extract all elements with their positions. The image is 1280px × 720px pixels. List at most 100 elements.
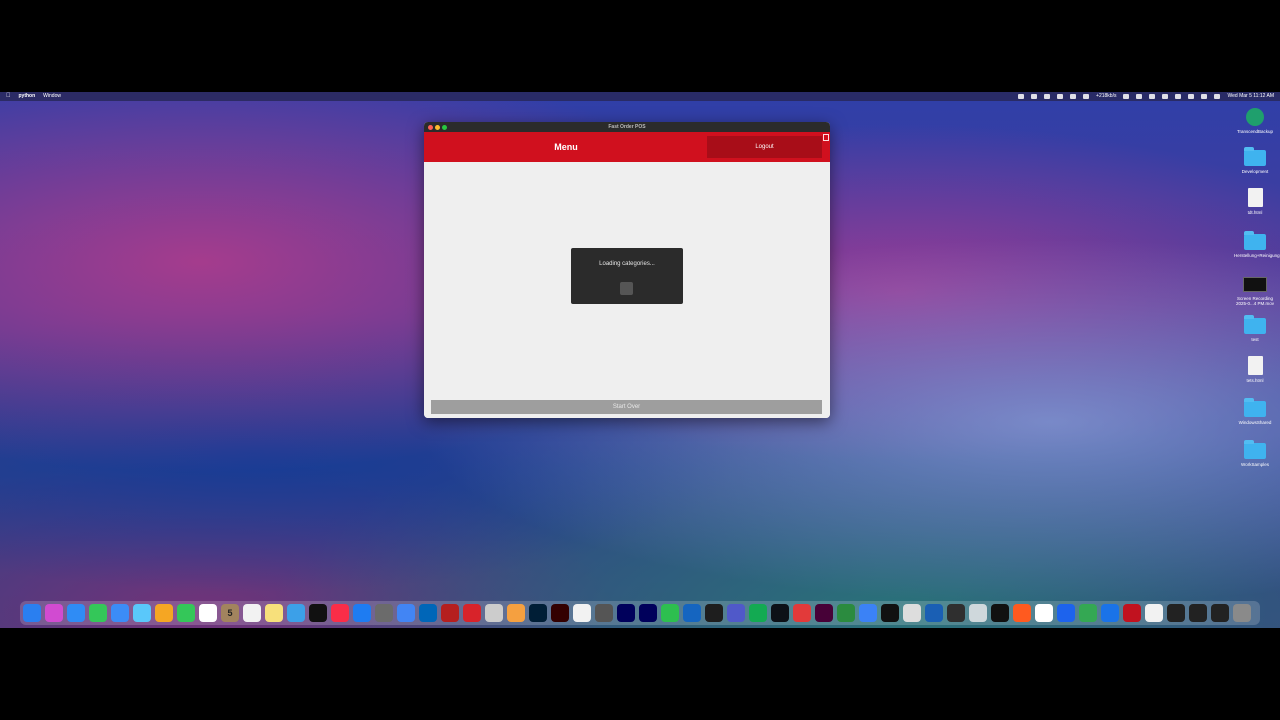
dock-app-icon[interactable] <box>133 604 151 622</box>
status-icon[interactable] <box>1136 94 1143 99</box>
dock-app-icon[interactable] <box>507 604 525 622</box>
desktop-icon[interactable]: WindowsShared <box>1234 398 1276 425</box>
desktop-icon-label: tdt.html <box>1247 210 1263 215</box>
dock-app-icon[interactable] <box>727 604 745 622</box>
dock-app-icon[interactable] <box>1233 604 1251 622</box>
desktop-icon[interactable]: Herstellung+Reinigung <box>1234 231 1280 258</box>
dock-app-icon[interactable] <box>1013 604 1031 622</box>
dock-app-icon[interactable] <box>353 604 371 622</box>
menu-app-name[interactable]: python <box>19 92 36 101</box>
siri-icon[interactable] <box>1214 94 1221 99</box>
dock-app-icon[interactable] <box>529 604 547 622</box>
desktop-icon[interactable]: Screen Recording 2025-0...4 PM.mov <box>1232 274 1278 306</box>
desktop:  python Window +218kb/s Wed Mar 5 11:12… <box>0 92 1280 628</box>
dock: 5 <box>20 601 1260 625</box>
apple-menu-icon[interactable]:  <box>6 92 11 101</box>
status-icon[interactable] <box>1044 94 1051 99</box>
dock-app-icon[interactable] <box>199 604 217 622</box>
dock-app-icon[interactable] <box>639 604 657 622</box>
dock-app-icon[interactable] <box>419 604 437 622</box>
menu-window[interactable]: Window <box>43 92 61 101</box>
dock-app-icon[interactable] <box>991 604 1009 622</box>
dock-app-icon[interactable] <box>397 604 415 622</box>
dock-app-icon[interactable] <box>1211 604 1229 622</box>
dock-app-icon[interactable] <box>617 604 635 622</box>
dock-app-icon[interactable] <box>1057 604 1075 622</box>
wifi-icon[interactable] <box>1175 94 1182 99</box>
desktop-icon-label: Development <box>1241 169 1269 174</box>
dock-app-icon[interactable] <box>1079 604 1097 622</box>
desktop-icon[interactable]: TranscendBackup <box>1234 108 1276 134</box>
dock-app-icon[interactable] <box>947 604 965 622</box>
status-icon[interactable] <box>1149 94 1156 99</box>
desktop-icon-label: TranscendBackup <box>1236 129 1274 134</box>
calendar-icon[interactable]: 5 <box>221 604 239 622</box>
dock-app-icon[interactable] <box>287 604 305 622</box>
dock-app-icon[interactable] <box>177 604 195 622</box>
dock-app-icon[interactable] <box>463 604 481 622</box>
dock-app-icon[interactable] <box>23 604 41 622</box>
dock-app-icon[interactable] <box>837 604 855 622</box>
dock-app-icon[interactable] <box>859 604 877 622</box>
dock-app-icon[interactable] <box>1167 604 1185 622</box>
menu-clock[interactable]: Wed Mar 5 11:12 AM <box>1227 92 1274 101</box>
logout-button[interactable]: Logout <box>707 136 822 158</box>
dock-app-icon[interactable] <box>1035 604 1053 622</box>
dock-app-icon[interactable] <box>1145 604 1163 622</box>
loading-dialog: Loading categories... <box>571 248 683 304</box>
dock-app-icon[interactable] <box>551 604 569 622</box>
network-speed[interactable]: +218kb/s <box>1096 92 1116 101</box>
folder-icon <box>1244 315 1266 334</box>
dock-app-icon[interactable] <box>45 604 63 622</box>
control-center-icon[interactable] <box>1201 94 1208 99</box>
dock-app-icon[interactable] <box>661 604 679 622</box>
video-file-icon <box>1243 277 1267 292</box>
dock-app-icon[interactable] <box>331 604 349 622</box>
dock-app-icon[interactable] <box>155 604 173 622</box>
dock-app-icon[interactable] <box>749 604 767 622</box>
dock-app-icon[interactable] <box>1189 604 1207 622</box>
desktop-icon[interactable]: WorkSamples <box>1234 440 1276 467</box>
dock-app-icon[interactable] <box>67 604 85 622</box>
dock-app-icon[interactable] <box>705 604 723 622</box>
dock-app-icon[interactable] <box>243 604 261 622</box>
dock-app-icon[interactable] <box>1101 604 1119 622</box>
dock-app-icon[interactable] <box>573 604 591 622</box>
dock-app-icon[interactable] <box>903 604 921 622</box>
status-icon[interactable] <box>1123 94 1130 99</box>
dock-app-icon[interactable] <box>683 604 701 622</box>
app-window: Fast Order POS Menu Logout Loading categ… <box>424 122 830 418</box>
dock-app-icon[interactable] <box>969 604 987 622</box>
battery-icon[interactable] <box>1162 94 1169 99</box>
status-icon[interactable] <box>1031 94 1038 99</box>
dock-app-icon[interactable] <box>375 604 393 622</box>
dock-app-icon[interactable] <box>595 604 613 622</box>
status-icon[interactable] <box>1070 94 1077 99</box>
html-file-icon <box>1247 356 1263 375</box>
desktop-icon[interactable]: test <box>1234 315 1276 342</box>
status-icon[interactable] <box>1057 94 1064 99</box>
search-icon[interactable] <box>1188 94 1195 99</box>
dock-app-icon[interactable] <box>89 604 107 622</box>
start-over-button[interactable]: Start Over <box>431 400 822 414</box>
dock-app-icon[interactable] <box>1123 604 1141 622</box>
dock-app-icon[interactable] <box>309 604 327 622</box>
folder-icon <box>1244 440 1266 459</box>
window-titlebar: Fast Order POS <box>424 122 830 132</box>
dock-app-icon[interactable] <box>111 604 129 622</box>
dock-app-icon[interactable] <box>793 604 811 622</box>
status-icon[interactable] <box>1083 94 1090 99</box>
dock-app-icon[interactable] <box>441 604 459 622</box>
dock-app-icon[interactable] <box>265 604 283 622</box>
status-icon[interactable] <box>1018 94 1025 99</box>
dock-app-icon[interactable] <box>815 604 833 622</box>
desktop-icon[interactable]: tdt.html <box>1234 188 1276 215</box>
dock-app-icon[interactable] <box>485 604 503 622</box>
dock-app-icon[interactable] <box>771 604 789 622</box>
dock-app-icon[interactable] <box>925 604 943 622</box>
dock-app-icon[interactable] <box>881 604 899 622</box>
desktop-icon[interactable]: Development <box>1234 147 1276 174</box>
desktop-icon-label: tets.html <box>1246 378 1264 383</box>
html-file-icon <box>1247 188 1263 207</box>
desktop-icon[interactable]: tets.html <box>1234 356 1276 383</box>
